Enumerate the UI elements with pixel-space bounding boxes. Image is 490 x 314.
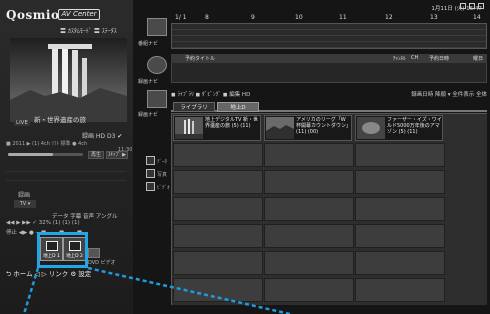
callout-line-right [87,266,291,314]
callout-lines [22,266,291,314]
app-window: Qosmio AV Center 〓 ｶｽﾀﾑﾓｰﾄﾞ 〓 ｽﾃｰﾀｽ 新・世界… [0,0,490,314]
callout-line-left [22,267,40,314]
